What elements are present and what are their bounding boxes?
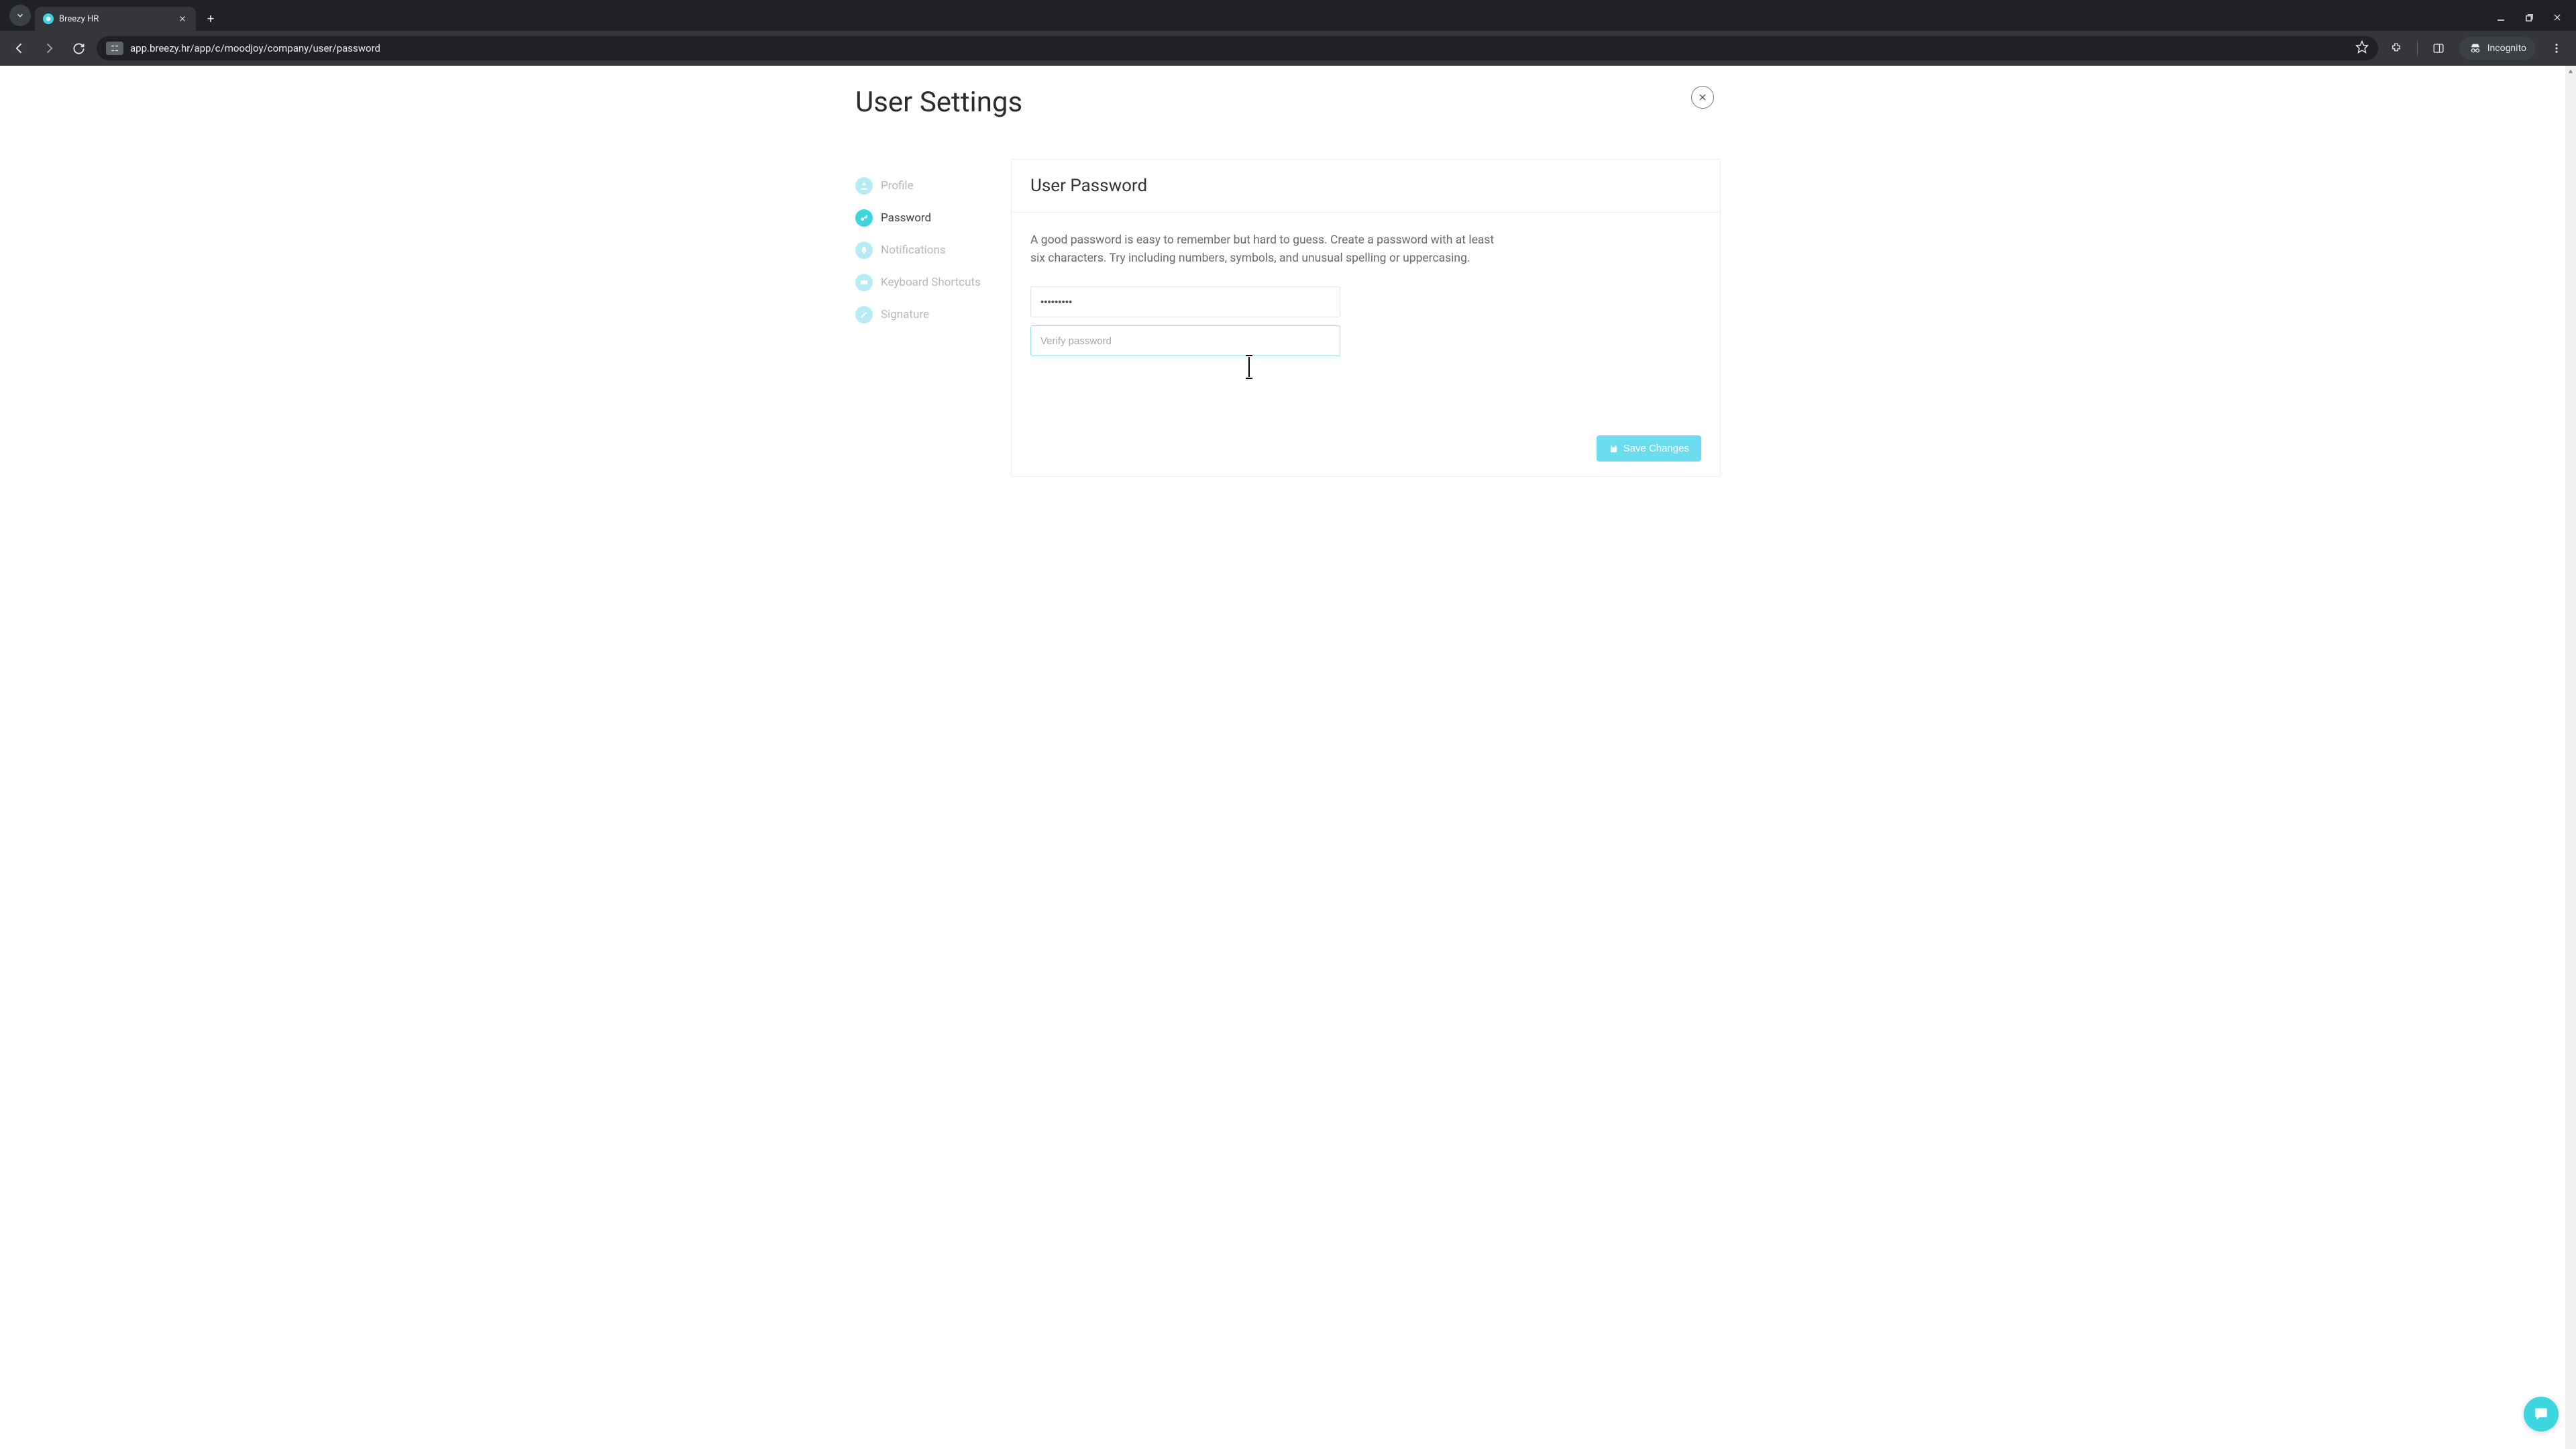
window-close-button[interactable]: [2551, 11, 2564, 24]
window-minimize-button[interactable]: [2494, 11, 2508, 24]
vertical-scrollbar[interactable]: ▲: [2565, 66, 2576, 1449]
sidebar-item-label: Signature: [881, 308, 929, 321]
window-maximize-button[interactable]: [2522, 11, 2536, 24]
address-bar[interactable]: app.breezy.hr/app/c/moodjoy/company/user…: [97, 36, 2378, 60]
new-password-input[interactable]: [1030, 286, 1340, 317]
key-icon: [855, 209, 873, 227]
extensions-button[interactable]: [2385, 37, 2408, 60]
sidebar-item-label: Keyboard Shortcuts: [881, 276, 981, 289]
forward-button[interactable]: [38, 37, 60, 60]
chat-icon: [2532, 1405, 2550, 1423]
panel-header: User Password: [1012, 160, 1720, 213]
pen-icon: [855, 306, 873, 323]
settings-sidebar: Profile Password Notifications Keyboard …: [855, 159, 1011, 477]
text-cursor-icon: [1248, 357, 1250, 377]
page-title: User Settings: [855, 86, 1721, 119]
sidebar-item-profile[interactable]: Profile: [855, 170, 1011, 202]
site-info-icon[interactable]: [106, 42, 123, 55]
side-panel-button[interactable]: [2427, 37, 2450, 60]
profile-icon: [855, 177, 873, 195]
tab-close-button[interactable]: [177, 13, 188, 24]
close-settings-button[interactable]: [1691, 86, 1714, 109]
back-button[interactable]: [8, 37, 31, 60]
panel-title: User Password: [1030, 176, 1701, 196]
save-button-label: Save Changes: [1623, 443, 1689, 454]
keyboard-icon: [855, 274, 873, 291]
sidebar-item-label: Password: [881, 211, 931, 225]
page-content: User Settings Profile Password Notificat…: [0, 66, 2576, 517]
verify-password-input[interactable]: [1030, 325, 1340, 356]
password-panel: User Password A good password is easy to…: [1011, 159, 1721, 477]
sidebar-item-signature[interactable]: Signature: [855, 299, 1011, 331]
sidebar-item-password[interactable]: Password: [855, 202, 1011, 234]
incognito-indicator[interactable]: Incognito: [2459, 37, 2536, 60]
incognito-icon: [2469, 43, 2482, 54]
scroll-up-arrow-icon[interactable]: ▲: [2565, 66, 2576, 76]
incognito-label: Incognito: [2487, 43, 2526, 54]
tab-title: Breezy HR: [59, 14, 99, 24]
url-text: app.breezy.hr/app/c/moodjoy/company/user…: [130, 42, 380, 54]
browser-toolbar: app.breezy.hr/app/c/moodjoy/company/user…: [0, 31, 2576, 66]
browser-tab[interactable]: Breezy HR: [35, 7, 196, 31]
bookmark-star-icon[interactable]: [2355, 40, 2369, 56]
browser-menu-button[interactable]: [2545, 37, 2568, 60]
bell-icon: [855, 241, 873, 259]
window-controls: [2494, 11, 2576, 31]
sidebar-item-keyboard-shortcuts[interactable]: Keyboard Shortcuts: [855, 266, 1011, 299]
browser-tab-strip: Breezy HR +: [0, 0, 2576, 31]
toolbar-divider: [2417, 41, 2418, 56]
reload-button[interactable]: [67, 37, 90, 60]
chat-support-button[interactable]: [2524, 1397, 2559, 1432]
sidebar-item-label: Profile: [881, 179, 914, 193]
sidebar-item-label: Notifications: [881, 244, 946, 257]
tab-search-button[interactable]: [9, 5, 31, 26]
save-changes-button[interactable]: Save Changes: [1597, 435, 1701, 462]
sidebar-item-notifications[interactable]: Notifications: [855, 234, 1011, 266]
new-tab-button[interactable]: +: [201, 9, 220, 28]
save-icon: [1609, 444, 1618, 453]
tab-favicon-icon: [43, 13, 54, 24]
password-description: A good password is easy to remember but …: [1030, 231, 1500, 268]
